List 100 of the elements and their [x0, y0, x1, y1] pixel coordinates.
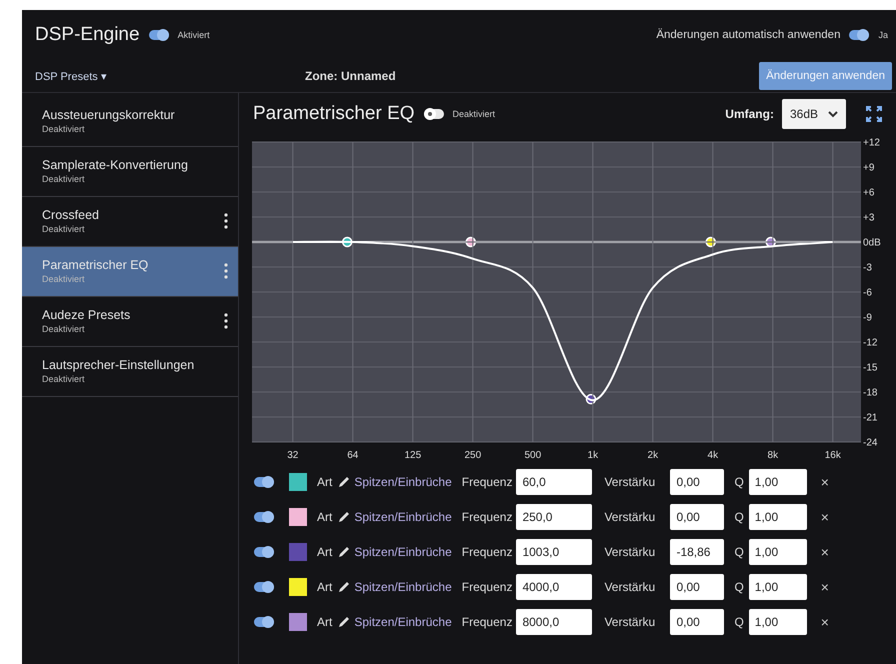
app-title: DSP-Engine: [35, 24, 140, 46]
filter-type-link[interactable]: Spitzen/Einbrüche: [354, 614, 452, 628]
sidebar-item[interactable]: Samplerate-Konvertierung Deaktiviert: [22, 147, 238, 196]
band-toggle[interactable]: [253, 474, 275, 488]
q-label: Q: [734, 474, 744, 488]
more-icon[interactable]: [224, 312, 228, 328]
gain-field[interactable]: 0,00: [670, 608, 724, 634]
frequency-field[interactable]: 1003,0: [516, 538, 592, 564]
item-title: Parametrischer EQ: [42, 258, 150, 272]
band-color-swatch[interactable]: [289, 542, 307, 560]
presets-menu[interactable]: DSP Presets ▾: [35, 70, 305, 82]
gain-label: Verstärku: [604, 614, 656, 628]
range-label: Umfang:: [725, 107, 774, 121]
remove-button[interactable]: ×: [820, 508, 829, 524]
filter-type-link[interactable]: Spitzen/Einbrüche: [354, 510, 452, 524]
axis-label: -15: [863, 362, 878, 374]
axis-label: -18: [863, 388, 878, 398]
item-title: Audeze Presets: [42, 308, 132, 322]
range-dropdown[interactable]: 36dB: [782, 99, 846, 129]
band-toggle[interactable]: [253, 510, 275, 524]
axis-label: -3: [863, 262, 872, 274]
q-field[interactable]: 1,00: [748, 608, 807, 634]
zone-name: Zone: Unnamed: [305, 69, 397, 83]
type-label: Art: [317, 474, 332, 488]
gain-field[interactable]: -18,86: [670, 538, 724, 564]
axis-label: 32: [287, 450, 298, 461]
toggle-status: Deaktiviert: [452, 109, 496, 119]
axis-label: 64: [347, 450, 358, 461]
remove-button[interactable]: ×: [820, 578, 829, 594]
filter-type-link[interactable]: Spitzen/Einbrüche: [354, 580, 452, 594]
sidebar-item[interactable]: Audeze Presets Deaktiviert: [22, 297, 238, 346]
axis-label: 250: [464, 450, 482, 461]
remove-button[interactable]: ×: [820, 544, 829, 560]
q-label: Q: [734, 580, 744, 594]
band-toggle[interactable]: [253, 614, 275, 628]
gain-label: Verstärku: [604, 580, 656, 594]
axis-label: +6: [863, 188, 874, 198]
remove-button[interactable]: ×: [820, 474, 829, 490]
item-status: Deaktiviert: [42, 374, 86, 384]
axis-label: 8k: [768, 450, 778, 461]
item-title: Lautsprecher-Einstellungen: [42, 358, 196, 372]
pencil-icon: [337, 544, 352, 558]
gain-label: Verstärku: [604, 474, 656, 488]
item-status: Deaktiviert: [42, 224, 86, 234]
item-status: Deaktiviert: [42, 274, 86, 284]
frequency-label: Frequenz: [462, 510, 512, 524]
eq-toggle[interactable]: [422, 107, 445, 121]
remove-button[interactable]: ×: [820, 614, 829, 630]
band-color-swatch[interactable]: [289, 578, 307, 596]
band-color-swatch[interactable]: [289, 508, 307, 526]
axis-label: -6: [863, 288, 872, 298]
filter-type-link[interactable]: Spitzen/Einbrüche: [354, 474, 452, 488]
axis-label: 2k: [648, 450, 658, 461]
sidebar-item[interactable]: Parametrischer EQ Deaktiviert: [22, 247, 238, 296]
sidebar-item[interactable]: Lautsprecher-Einstellungen Deaktiviert: [22, 347, 238, 396]
frequency-field[interactable]: 250,0: [516, 504, 592, 530]
axis-label: -21: [863, 412, 878, 424]
gain-field[interactable]: 0,00: [670, 468, 724, 494]
axis-label: +9: [863, 162, 874, 174]
band-color-swatch[interactable]: [289, 472, 307, 490]
axis-label: +12: [863, 138, 880, 148]
auto-apply-label: Änderungen automatisch anwenden: [656, 29, 840, 41]
pencil-icon: [337, 580, 352, 594]
q-field[interactable]: 1,00: [748, 538, 807, 564]
frequency-field[interactable]: 4000,0: [516, 574, 592, 600]
q-field[interactable]: 1,00: [748, 504, 807, 530]
band-color-swatch[interactable]: [289, 612, 307, 630]
auto-apply-toggle[interactable]: [848, 28, 870, 42]
band-toggle[interactable]: [253, 544, 275, 558]
gain-field[interactable]: 0,00: [670, 574, 724, 600]
gain-field[interactable]: 0,00: [670, 504, 724, 530]
frequency-label: Frequenz: [462, 544, 512, 558]
toggle-status: Aktiviert: [178, 30, 210, 40]
item-title: Samplerate-Konvertierung: [42, 158, 189, 172]
item-title: Aussteuerungskorrektur: [42, 108, 176, 122]
sidebar-item[interactable]: Aussteuerungskorrektur Deaktiviert: [22, 97, 238, 146]
type-label: Art: [317, 544, 332, 558]
eq-title: Parametrischer EQ: [253, 103, 415, 125]
frequency-field[interactable]: 60,0: [516, 468, 592, 494]
more-icon[interactable]: [224, 212, 228, 228]
fullscreen-icon[interactable]: [866, 106, 882, 122]
axis-label: +3: [863, 212, 874, 224]
q-field[interactable]: 1,00: [748, 574, 807, 600]
q-label: Q: [734, 510, 744, 524]
caret-icon: [828, 110, 838, 118]
frequency-label: Frequenz: [462, 474, 512, 488]
item-status: Deaktiviert: [42, 324, 86, 334]
q-field[interactable]: 1,00: [748, 468, 807, 494]
band-toggle[interactable]: [253, 580, 275, 594]
filter-type-link[interactable]: Spitzen/Einbrüche: [354, 544, 452, 558]
axis-label: 500: [524, 450, 542, 461]
gain-label: Verstärku: [604, 510, 656, 524]
frequency-field[interactable]: 8000,0: [516, 608, 592, 634]
axis-label: 1k: [588, 450, 598, 461]
sidebar-item[interactable]: Crossfeed Deaktiviert: [22, 197, 238, 246]
frequency-label: Frequenz: [462, 580, 512, 594]
item-status: Deaktiviert: [42, 124, 86, 134]
axis-label: 125: [404, 450, 422, 461]
q-label: Q: [734, 614, 744, 628]
engine-toggle[interactable]: [148, 28, 170, 42]
